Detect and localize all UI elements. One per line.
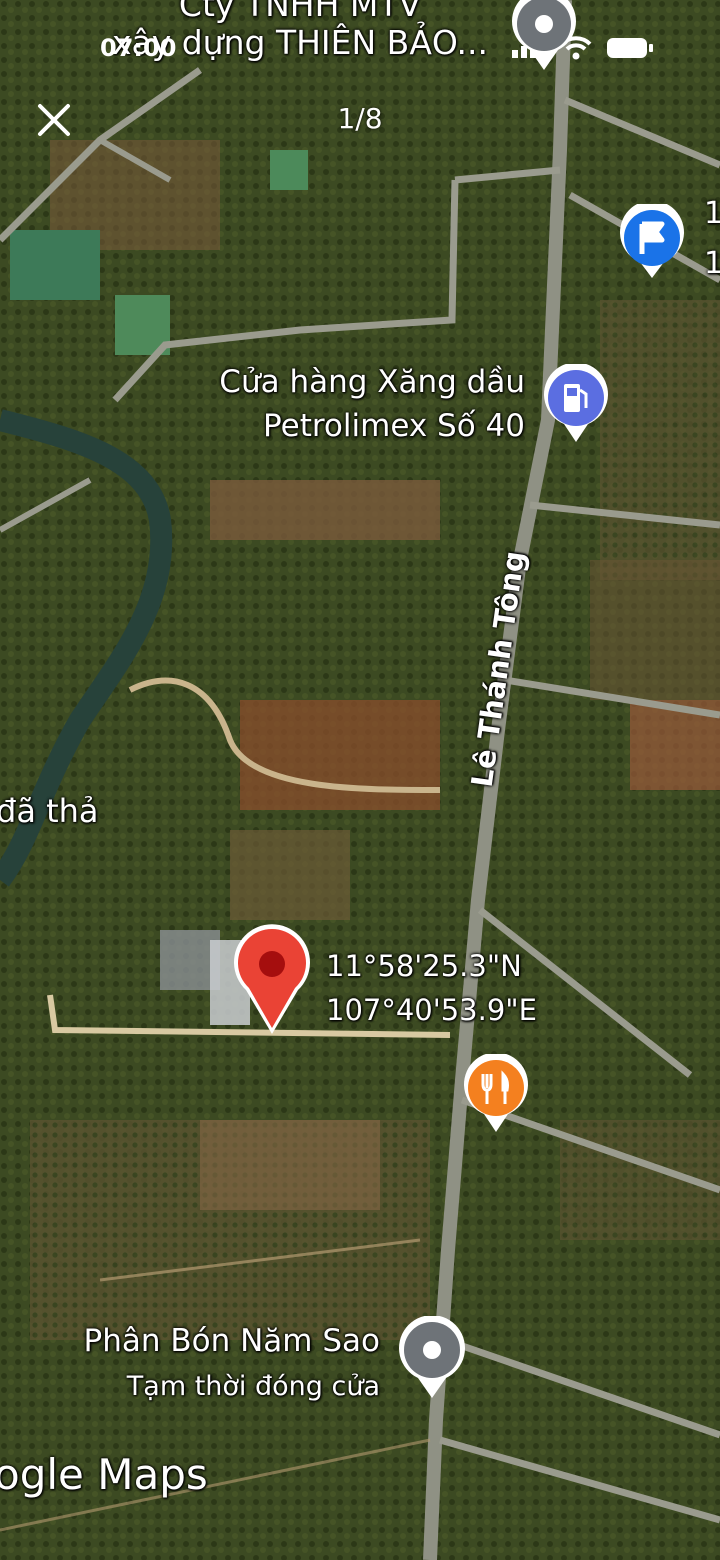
pin-latitude: 11°58'25.3"N bbox=[326, 949, 522, 983]
map-screenshot: Cty TNHH MTV xây dựng THIÊN BẢO... 07:00… bbox=[0, 0, 720, 1560]
dropped-pin[interactable] bbox=[232, 924, 312, 1040]
fertilizer-name: Phân Bón Năm Sao bbox=[83, 1323, 380, 1359]
fuel-pump-icon bbox=[544, 362, 608, 442]
place-dot-icon bbox=[399, 1315, 465, 1398]
gas-station-pin[interactable] bbox=[540, 362, 612, 448]
fork-knife-icon bbox=[464, 1052, 528, 1132]
red-location-pin-icon bbox=[234, 924, 310, 1034]
gas-station-name-line2: Petrolimex Số 40 bbox=[263, 408, 525, 444]
parking-pin[interactable] bbox=[616, 200, 688, 284]
restaurant-pin[interactable] bbox=[460, 1052, 532, 1138]
pin-longitude: 107°40'53.9"E bbox=[326, 993, 537, 1027]
parking-partial-label-2: 1 bbox=[704, 246, 720, 281]
fertilizer-pin[interactable] bbox=[396, 1315, 468, 1404]
close-icon bbox=[38, 104, 70, 136]
status-time: 07:00 bbox=[100, 34, 177, 62]
partial-place-label: đã thả bbox=[0, 792, 99, 830]
close-button[interactable] bbox=[32, 98, 76, 142]
parking-partial-label-1: 1 bbox=[704, 196, 720, 231]
parking-flag-icon bbox=[620, 200, 684, 278]
place-label-gas-station[interactable]: Cửa hàng Xăng dầu Petrolimex Số 40 bbox=[150, 360, 525, 448]
place-pin-company[interactable] bbox=[508, 0, 580, 76]
company-name-line1: Cty TNHH MTV bbox=[178, 0, 422, 24]
google-maps-watermark: ogle Maps bbox=[0, 1450, 208, 1499]
fertilizer-status: Tạm thời đóng cửa bbox=[126, 1371, 380, 1402]
place-dot-icon bbox=[512, 0, 576, 70]
gas-station-name-line1: Cửa hàng Xăng dầu bbox=[219, 364, 525, 400]
photo-counter: 1/8 bbox=[337, 102, 383, 135]
battery-icon bbox=[606, 37, 654, 63]
place-label-fertilizer[interactable]: Phân Bón Năm Sao Tạm thời đóng cửa bbox=[30, 1318, 380, 1410]
pin-coordinates: 11°58'25.3"N 107°40'53.9"E bbox=[326, 944, 537, 1032]
